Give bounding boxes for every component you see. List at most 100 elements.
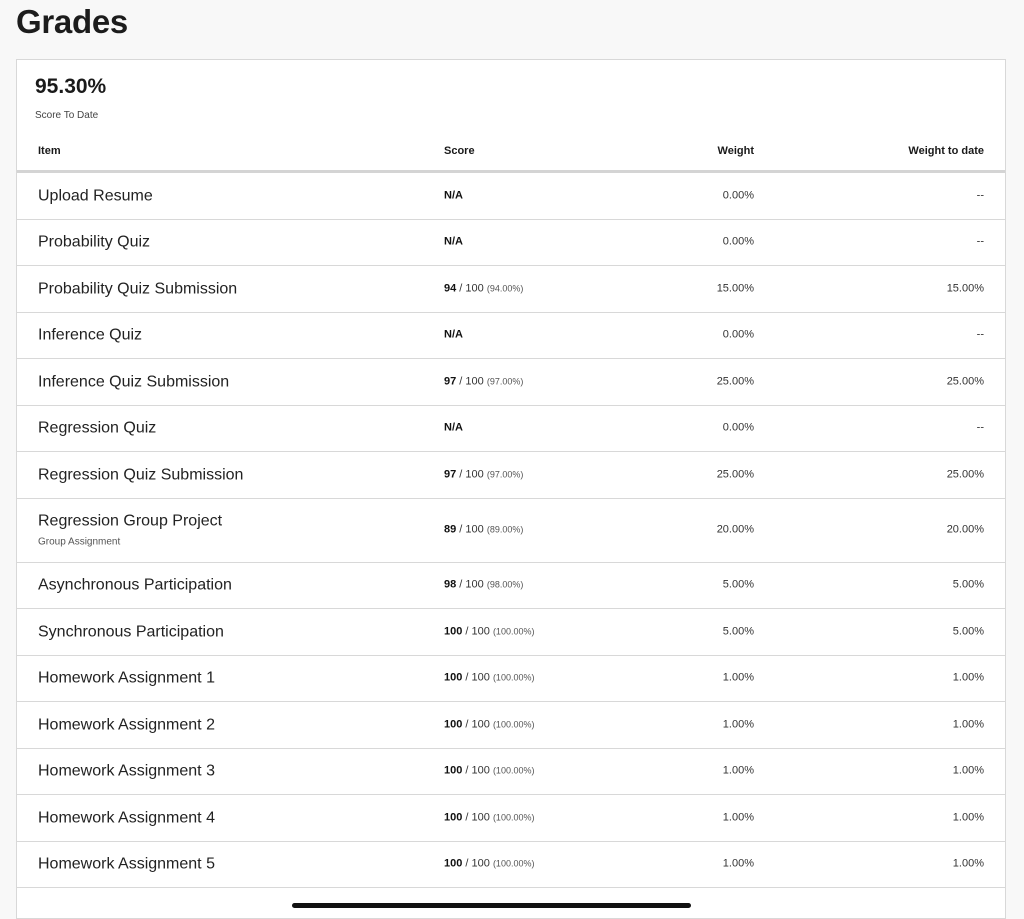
item-name[interactable]: Synchronous Participation	[38, 622, 224, 641]
weight-to-date-cell: --	[976, 421, 984, 434]
item-name[interactable]: Homework Assignment 4	[38, 808, 215, 827]
item-cell: Homework Assignment 3	[38, 762, 215, 781]
weight-to-date-cell: 15.00%	[946, 282, 984, 295]
table-row[interactable]: Inference Quiz Submission 97 / 100 (97.00…	[17, 359, 1005, 406]
table-row[interactable]: Synchronous Participation 100 / 100 (100.…	[17, 609, 1005, 656]
page-title: Grades	[16, 3, 128, 40]
weight-cell: 5.00%	[722, 625, 754, 638]
score-cell: N/A	[444, 189, 463, 202]
table-row[interactable]: Inference Quiz N/A 0.00% --	[17, 313, 1005, 359]
weight-cell: 1.00%	[722, 764, 754, 777]
weight-to-date-cell: 5.00%	[952, 625, 984, 638]
score-points: 100	[444, 857, 463, 870]
score-percent: (100.00%)	[492, 719, 535, 730]
column-header-weight[interactable]: Weight	[718, 144, 754, 158]
score-points: 100	[444, 718, 463, 731]
item-name[interactable]: Inference Quiz	[38, 326, 142, 345]
score-points: 97	[444, 468, 457, 481]
item-name[interactable]: Upload Resume	[38, 186, 153, 205]
item-name[interactable]: Inference Quiz Submission	[38, 372, 229, 391]
weight-to-date-cell: --	[976, 235, 984, 248]
score-cell: 100 / 100 (100.00%)	[444, 811, 534, 824]
score-out-of: / 100	[462, 625, 493, 638]
weight-cell: 15.00%	[716, 282, 754, 295]
column-header-score[interactable]: Score	[444, 144, 475, 158]
score-to-date-label: Score To Date	[35, 110, 99, 121]
score-out-of: / 100	[456, 523, 487, 536]
score-summary: 95.30% Score To Date	[35, 74, 106, 122]
score-percent: (100.00%)	[492, 672, 535, 683]
score-points: 100	[444, 625, 463, 638]
item-name[interactable]: Regression Quiz	[38, 419, 156, 438]
item-cell: Homework Assignment 1	[38, 669, 215, 688]
item-name[interactable]: Probability Quiz Submission	[38, 279, 237, 298]
item-cell: Asynchronous Participation	[38, 576, 232, 595]
score-points: 100	[444, 764, 463, 777]
grades-table-body: Upload Resume N/A 0.00% -- Probability Quiz N…	[17, 173, 1005, 888]
weight-cell: 0.00%	[722, 421, 754, 434]
score-points: N/A	[444, 235, 463, 248]
item-name[interactable]: Homework Assignment 2	[38, 715, 215, 734]
item-cell: Regression Quiz Submission	[38, 465, 243, 484]
score-percent: (100.00%)	[492, 765, 535, 776]
item-name[interactable]: Regression Group Project	[38, 511, 222, 530]
table-row[interactable]: Probability Quiz N/A 0.00% --	[17, 220, 1005, 266]
column-header-item[interactable]: Item	[38, 144, 61, 158]
score-out-of: / 100	[462, 811, 493, 824]
grades-table-header: Item Score Weight Weight to date	[17, 136, 1005, 173]
item-name[interactable]: Homework Assignment 1	[38, 669, 215, 688]
score-cell: 97 / 100 (97.00%)	[444, 375, 523, 388]
score-points: 89	[444, 523, 457, 536]
weight-cell: 0.00%	[722, 328, 754, 341]
table-row[interactable]: Regression Group Project Group Assignment…	[17, 499, 1005, 563]
score-out-of: / 100	[456, 578, 487, 591]
item-cell: Probability Quiz Submission	[38, 279, 237, 298]
score-out-of: / 100	[462, 764, 493, 777]
score-cell: N/A	[444, 422, 463, 435]
column-header-weight-to-date[interactable]: Weight to date	[908, 144, 984, 158]
score-cell: 100 / 100 (100.00%)	[444, 858, 534, 871]
score-points: N/A	[444, 328, 463, 341]
score-points: 100	[444, 671, 463, 684]
table-row[interactable]: Asynchronous Participation 98 / 100 (98.0…	[17, 563, 1005, 609]
score-percent: (100.00%)	[492, 858, 535, 869]
item-cell: Inference Quiz	[38, 326, 142, 345]
score-percent: (100.00%)	[492, 626, 535, 637]
table-row[interactable]: Homework Assignment 2 100 / 100 (100.00%)…	[17, 702, 1005, 749]
score-points: N/A	[444, 421, 463, 434]
weight-to-date-cell: 25.00%	[946, 468, 984, 481]
item-cell: Regression Group Project Group Assignment	[38, 511, 222, 548]
item-name[interactable]: Regression Quiz Submission	[38, 465, 243, 484]
score-out-of: / 100	[462, 671, 493, 684]
weight-to-date-cell: 25.00%	[946, 375, 984, 388]
score-out-of: / 100	[456, 282, 487, 295]
item-name[interactable]: Homework Assignment 3	[38, 762, 215, 781]
item-name[interactable]: Asynchronous Participation	[38, 576, 232, 595]
score-out-of: / 100	[456, 375, 487, 388]
weight-to-date-cell: 20.00%	[946, 523, 984, 536]
score-to-date-value: 95.30%	[35, 75, 107, 98]
score-percent: (94.00%)	[486, 283, 524, 294]
weight-cell: 1.00%	[722, 671, 754, 684]
table-row[interactable]: Regression Quiz N/A 0.00% --	[17, 406, 1005, 452]
weight-cell: 25.00%	[716, 468, 754, 481]
score-percent: (97.00%)	[486, 376, 524, 387]
table-row[interactable]: Regression Quiz Submission 97 / 100 (97.0…	[17, 452, 1005, 499]
weight-cell: 1.00%	[722, 811, 754, 824]
item-cell: Regression Quiz	[38, 419, 156, 438]
table-row[interactable]: Homework Assignment 3 100 / 100 (100.00%)…	[17, 749, 1005, 795]
table-row[interactable]: Homework Assignment 5 100 / 100 (100.00%)…	[17, 842, 1005, 888]
table-row[interactable]: Upload Resume N/A 0.00% --	[17, 173, 1005, 220]
item-name[interactable]: Probability Quiz	[38, 233, 150, 252]
score-points: N/A	[444, 189, 463, 202]
table-row[interactable]: Homework Assignment 1 100 / 100 (100.00%)…	[17, 656, 1005, 702]
score-cell: N/A	[444, 236, 463, 249]
score-out-of: / 100	[462, 718, 493, 731]
table-row[interactable]: Probability Quiz Submission 94 / 100 (94.…	[17, 266, 1005, 313]
weight-to-date-cell: --	[976, 189, 984, 202]
weight-cell: 5.00%	[722, 578, 754, 591]
table-row[interactable]: Homework Assignment 4 100 / 100 (100.00%)…	[17, 795, 1005, 842]
weight-to-date-cell: 1.00%	[952, 671, 984, 684]
item-name[interactable]: Homework Assignment 5	[38, 855, 215, 874]
item-subtitle: Group Assignment	[38, 536, 121, 548]
